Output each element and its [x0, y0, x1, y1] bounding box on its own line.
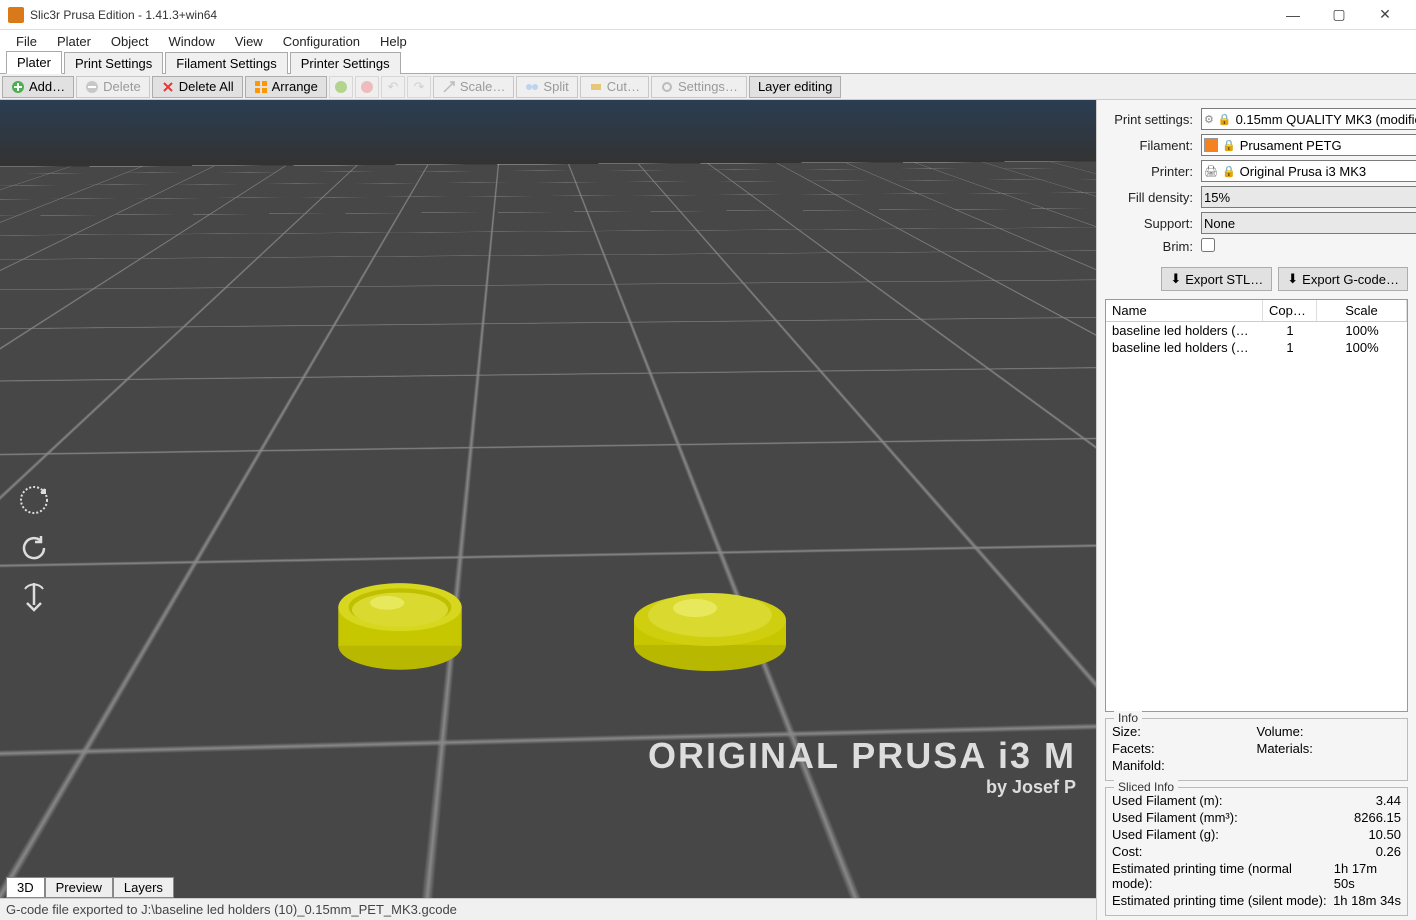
gear-icon [660, 80, 674, 94]
split-button[interactable]: Split [516, 76, 577, 98]
app-icon [8, 7, 24, 23]
brim-checkbox[interactable] [1201, 238, 1215, 252]
lock-icon: 🔒 [1222, 165, 1236, 178]
maximize-button[interactable]: ▢ [1316, 0, 1362, 30]
support-combo[interactable]: None▾ [1201, 212, 1416, 234]
col-scale[interactable]: Scale [1317, 300, 1407, 321]
delete-all-button[interactable]: Delete All [152, 76, 243, 98]
tab-filament-settings[interactable]: Filament Settings [165, 52, 287, 74]
side-panel: Print settings: ⚙🔒0.15mm QUALITY MK3 (mo… [1096, 100, 1416, 920]
bed-watermark: ORIGINAL PRUSA i3 M by Josef P [648, 735, 1076, 798]
printer-combo[interactable]: 🖨🔒Original Prusa i3 MK3▾ [1201, 160, 1416, 182]
delete-all-icon [161, 80, 175, 94]
col-name[interactable]: Name [1106, 300, 1263, 321]
model-object-2[interactable] [630, 560, 790, 680]
export-gcode-button[interactable]: ⬇Export G-code… [1278, 267, 1408, 291]
status-text: G-code file exported to J:\baseline led … [6, 902, 457, 917]
list-item[interactable]: baseline led holders (… 1 100% [1106, 322, 1407, 339]
gear-icon: ⚙ [1204, 113, 1214, 126]
menu-plater[interactable]: Plater [47, 32, 101, 51]
menu-object[interactable]: Object [101, 32, 159, 51]
printer-icon: 🖨 [1204, 165, 1218, 178]
lock-icon: 🔒 [1218, 113, 1232, 126]
view-tab-layers[interactable]: Layers [113, 877, 174, 898]
label-print-settings: Print settings: [1105, 112, 1195, 127]
titlebar: Slic3r Prusa Edition - 1.41.3+win64 — ▢ … [0, 0, 1416, 30]
label-printer: Printer: [1105, 164, 1195, 179]
layer-editing-button[interactable]: Layer editing [749, 76, 841, 98]
cut-icon [589, 80, 603, 94]
filament-combo[interactable]: 🔒Prusament PETG▾ [1201, 134, 1416, 156]
dec-button[interactable] [355, 76, 379, 98]
tab-plater[interactable]: Plater [6, 51, 62, 74]
split-icon [525, 80, 539, 94]
col-copies[interactable]: Cop… [1263, 300, 1317, 321]
orbit-icon[interactable] [14, 480, 54, 520]
rotate-cw-icon: ↷ [413, 79, 424, 95]
viewport-3d[interactable]: ORIGINAL PRUSA i3 M by Josef P 3D Previe… [0, 100, 1096, 898]
view-tab-3d[interactable]: 3D [6, 877, 45, 898]
export-stl-button[interactable]: ⬇Export STL… [1161, 267, 1272, 291]
cut-button[interactable]: Cut… [580, 76, 649, 98]
info-group: Info Size: Volume: Facets: Materials: Ma… [1105, 718, 1408, 781]
arrange-button[interactable]: Arrange [245, 76, 327, 98]
print-settings-combo[interactable]: ⚙🔒0.15mm QUALITY MK3 (modifie▾ [1201, 108, 1416, 130]
info-legend: Info [1114, 711, 1142, 725]
tab-printer-settings[interactable]: Printer Settings [290, 52, 401, 74]
settings-button[interactable]: Settings… [651, 76, 747, 98]
sliced-info-legend: Sliced Info [1114, 780, 1178, 794]
view-controls [14, 480, 54, 616]
add-icon [11, 80, 25, 94]
menu-configuration[interactable]: Configuration [273, 32, 370, 51]
list-item[interactable]: baseline led holders (… 1 100% [1106, 339, 1407, 356]
export-icon: ⬇ [1287, 271, 1298, 287]
filament-color-swatch [1204, 138, 1218, 152]
inc-button[interactable] [329, 76, 353, 98]
lock-icon: 🔒 [1222, 139, 1236, 152]
label-fill-density: Fill density: [1105, 190, 1195, 205]
plus-icon [335, 81, 347, 93]
label-brim: Brim: [1105, 239, 1195, 254]
rotate-ccw-icon: ↶ [387, 79, 398, 95]
window-title: Slic3r Prusa Edition - 1.41.3+win64 [30, 8, 1270, 22]
model-object-1[interactable] [320, 560, 480, 680]
delete-button[interactable]: Delete [76, 76, 150, 98]
close-button[interactable]: ✕ [1362, 0, 1408, 30]
fill-density-combo[interactable]: 15%▾ [1201, 186, 1416, 208]
label-support: Support: [1105, 216, 1195, 231]
delete-icon [85, 80, 99, 94]
menu-file[interactable]: File [6, 32, 47, 51]
minimize-button[interactable]: — [1270, 0, 1316, 30]
toolbar: Add… Delete Delete All Arrange ↶ ↷ Scale… [0, 74, 1416, 100]
minus-icon [361, 81, 373, 93]
sliced-info-group: Sliced Info Used Filament (m):3.44 Used … [1105, 787, 1408, 916]
view-tab-preview[interactable]: Preview [45, 877, 113, 898]
scale-icon [442, 80, 456, 94]
view-tabs: 3D Preview Layers [6, 877, 174, 898]
menubar: File Plater Object Window View Configura… [0, 30, 1416, 52]
menu-view[interactable]: View [225, 32, 273, 51]
tab-print-settings[interactable]: Print Settings [64, 52, 163, 74]
add-button[interactable]: Add… [2, 76, 74, 98]
objects-list[interactable]: Name Cop… Scale baseline led holders (… … [1105, 299, 1408, 712]
statusbar: G-code file exported to J:\baseline led … [0, 898, 1096, 920]
rotate-ccw-button[interactable]: ↶ [381, 76, 405, 98]
label-filament: Filament: [1105, 138, 1195, 153]
main-tabs: Plater Print Settings Filament Settings … [0, 52, 1416, 74]
rotate-cw-button[interactable]: ↷ [407, 76, 431, 98]
arrange-icon [254, 80, 268, 94]
menu-help[interactable]: Help [370, 32, 417, 51]
undo-view-icon[interactable] [14, 528, 54, 568]
scale-button[interactable]: Scale… [433, 76, 515, 98]
tilt-icon[interactable] [14, 576, 54, 616]
menu-window[interactable]: Window [159, 32, 225, 51]
export-icon: ⬇ [1170, 271, 1181, 287]
